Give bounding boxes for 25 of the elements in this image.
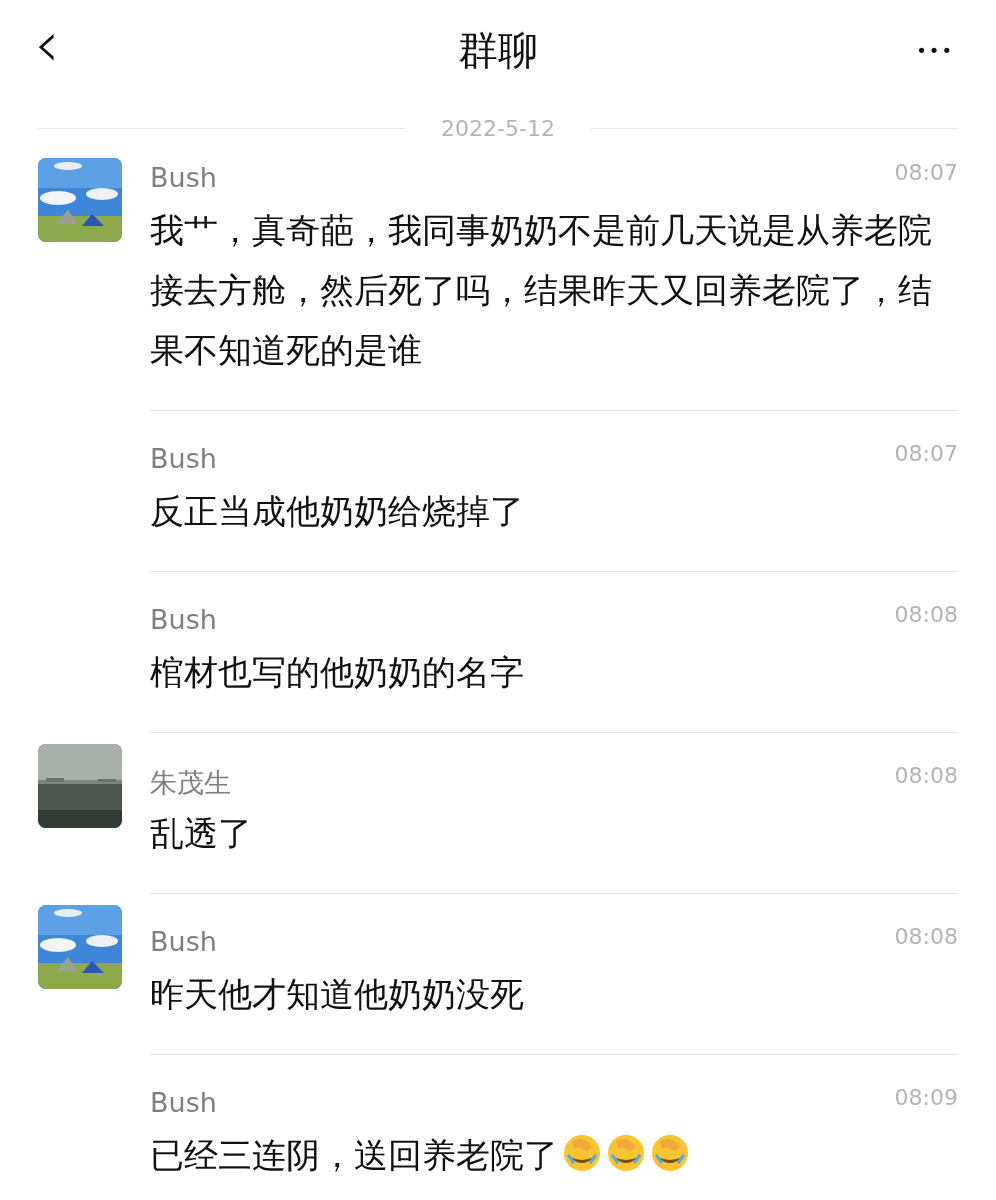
chat-title: 群聊 xyxy=(457,25,539,75)
message-time: 08:08 xyxy=(894,924,958,949)
facepalm-emoji-icon xyxy=(650,1133,690,1173)
facepalm-emoji-icon xyxy=(562,1133,602,1173)
more-button[interactable]: ••• xyxy=(856,39,996,61)
message-text: 反正当成他奶奶给烧掉了 xyxy=(150,490,525,533)
message-time: 08:08 xyxy=(894,602,958,627)
sender-name: 朱茂生 xyxy=(150,766,231,800)
facepalm-emoji-icon xyxy=(606,1133,646,1173)
message-time: 08:08 xyxy=(894,763,958,788)
message-text: 已经三连阴，送回养老院了 xyxy=(150,1125,950,1185)
sender-name: Bush xyxy=(150,1087,217,1118)
sender-name: Bush xyxy=(150,443,217,474)
message-time: 08:07 xyxy=(894,160,958,185)
sender-name: Bush xyxy=(150,162,217,193)
message-text: 棺材也写的他奶奶的名字 xyxy=(150,651,525,694)
message-text: 我艹，真奇葩，我同事奶奶不是前几天说是从养老院接去方舱，然后死了吗，结果昨天又回养老院了，结果不知道死的是谁 xyxy=(150,209,933,372)
date-divider-text: 2022-5-12 xyxy=(441,115,555,141)
message-text: 昨天他才知道他奶奶没死 xyxy=(150,973,525,1016)
message-time: 08:09 xyxy=(894,1085,958,1110)
sender-name: Bush xyxy=(150,926,217,957)
sender-name: Bush xyxy=(150,604,217,635)
message-time: 08:07 xyxy=(894,441,958,466)
back-button[interactable]: ‹ xyxy=(0,12,140,76)
message-text: 乱透了 xyxy=(150,812,253,855)
